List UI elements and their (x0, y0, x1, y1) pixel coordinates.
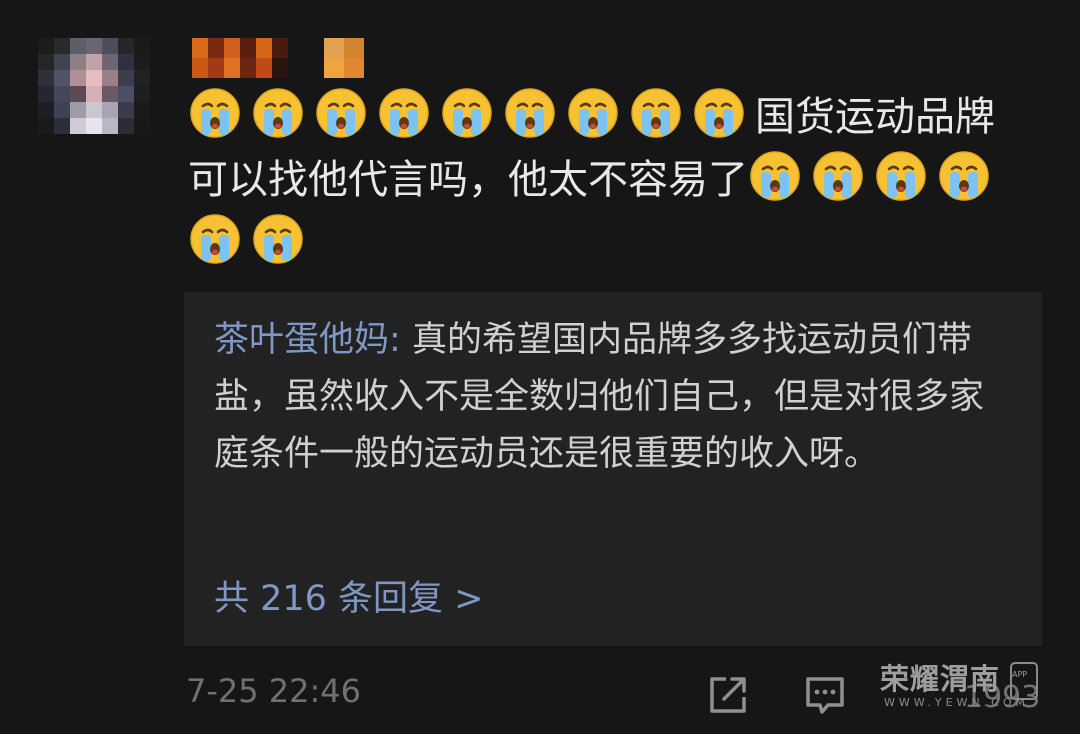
avatar-pixel (102, 54, 118, 70)
avatar-pixel (70, 70, 86, 86)
avatar-pixel (54, 38, 70, 54)
avatar-pixel (118, 54, 134, 70)
avatar-pixel (118, 70, 134, 86)
username-pixel (240, 58, 256, 78)
crying-face-icon (748, 149, 802, 203)
username-pixel (288, 38, 324, 58)
username-pixel (208, 38, 224, 58)
username-pixel (272, 38, 288, 58)
avatar-pixel (86, 102, 102, 118)
avatar-pixel (102, 118, 118, 134)
avatar-pixel (102, 102, 118, 118)
username-pixel (224, 58, 240, 78)
avatar-pixel (38, 70, 54, 86)
avatar-pixel (134, 70, 150, 86)
avatar-pixel (134, 54, 150, 70)
crying-face-icon (188, 212, 242, 266)
crying-face-icon (377, 86, 431, 140)
phone-icon (1010, 662, 1038, 700)
avatar-pixel (70, 86, 86, 102)
reply-preview[interactable]: 茶叶蛋他妈: 真的希望国内品牌多多找运动员们带盐，虽然收入不是全数归他们自己，但… (184, 292, 1042, 646)
avatar-pixel (102, 38, 118, 54)
avatar-pixel (38, 118, 54, 134)
username-pixel (192, 58, 208, 78)
avatar-pixel (86, 54, 102, 70)
crying-face-icon (566, 86, 620, 140)
crying-face-icon (874, 149, 928, 203)
avatar[interactable] (38, 38, 150, 134)
watermark: 1993 荣耀渭南 WWW.YEWN.COM APP (880, 656, 1040, 718)
crying-face-icon (440, 86, 494, 140)
avatar-pixel (102, 70, 118, 86)
avatar-pixel (54, 102, 70, 118)
share-icon (710, 677, 746, 713)
avatar-pixel (54, 70, 70, 86)
avatar-pixel (38, 86, 54, 102)
avatar-pixel (54, 118, 70, 134)
avatar-pixel (118, 86, 134, 102)
crying-face-icon (314, 86, 368, 140)
watermark-title: 荣耀渭南 (880, 662, 1001, 696)
avatar-pixel (38, 38, 54, 54)
avatar-pixel (70, 118, 86, 134)
username-pixel (324, 38, 344, 58)
crying-face-icon (937, 149, 991, 203)
view-all-replies-link[interactable]: 共 216 条回复 > (214, 570, 484, 621)
username-pixel (272, 58, 288, 78)
avatar-pixel (134, 86, 150, 102)
timestamp: 7-25 22:46 (186, 672, 362, 710)
avatar-pixel (70, 54, 86, 70)
crying-face-icon (251, 86, 305, 140)
username-pixel (288, 58, 324, 78)
avatar-pixel (118, 118, 134, 134)
comment-button[interactable] (803, 673, 847, 717)
avatar-pixel (70, 102, 86, 118)
username-pixel (344, 58, 364, 78)
username-pixel (256, 38, 272, 58)
username-pixel (256, 58, 272, 78)
share-button[interactable] (706, 673, 750, 717)
crying-face-icon (503, 86, 557, 140)
avatar-pixel (86, 86, 102, 102)
avatar-pixel (38, 54, 54, 70)
reply-content: 茶叶蛋他妈: 真的希望国内品牌多多找运动员们带盐，虽然收入不是全数归他们自己，但… (214, 312, 1004, 483)
username-pixel (324, 58, 344, 78)
avatar-pixel (86, 118, 102, 134)
comment-icon (806, 677, 844, 714)
avatar-pixel (134, 102, 150, 118)
crying-face-icon (692, 86, 746, 140)
avatar-pixel (38, 102, 54, 118)
avatar-pixel (134, 118, 150, 134)
reply-separator: : (389, 320, 412, 360)
avatar-pixel (118, 38, 134, 54)
crying-face-icon (811, 149, 865, 203)
username-pixel (224, 38, 240, 58)
avatar-pixel (118, 102, 134, 118)
avatar-pixel (54, 86, 70, 102)
watermark-url: WWW.YEWN.COM (884, 696, 1029, 709)
avatar-pixel (134, 38, 150, 54)
crying-face-icon (188, 86, 242, 140)
avatar-pixel (54, 54, 70, 70)
username[interactable] (192, 38, 364, 78)
avatar-pixel (86, 70, 102, 86)
username-pixel (344, 38, 364, 58)
username-pixel (192, 38, 208, 58)
avatar-pixel (102, 86, 118, 102)
watermark-badge: APP (1012, 670, 1028, 679)
crying-face-icon (629, 86, 683, 140)
avatar-pixel (70, 38, 86, 54)
comment-body: 国货运动品牌可以找他代言吗，他太不容易了 (188, 86, 1028, 275)
crying-face-icon (251, 212, 305, 266)
reply-author[interactable]: 茶叶蛋他妈 (214, 320, 389, 360)
username-pixel (208, 58, 224, 78)
avatar-pixel (86, 38, 102, 54)
username-pixel (240, 38, 256, 58)
